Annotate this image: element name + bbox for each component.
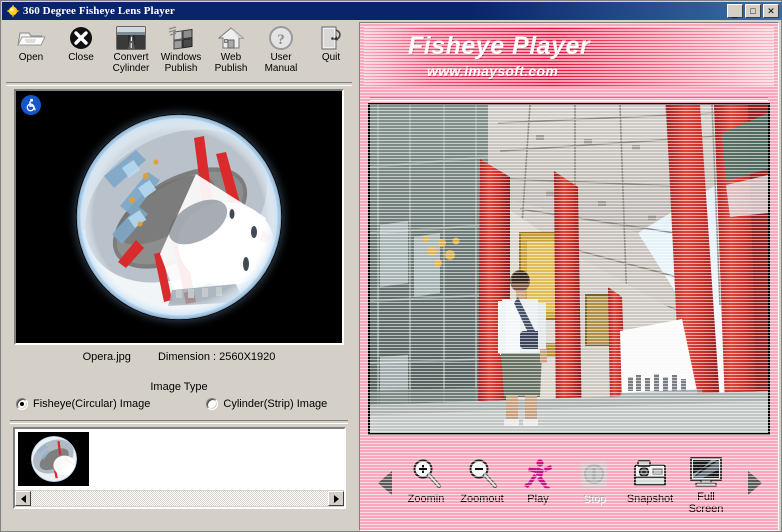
user-manual-label-2: Manual [265,64,298,74]
stop-icon [579,455,609,493]
snapshot-button[interactable]: Snapshot [620,455,680,505]
windows-publish-label-1: Windows [161,53,202,63]
stop-label: Stop [583,494,606,505]
application-window: 360 Degree Fisheye Lens Player _ □ ✕ [0,0,782,532]
radio-fisheye-circular-button[interactable] [16,398,28,410]
close-circle-x-icon [66,24,96,52]
open-button-label: Open [19,53,43,63]
zoomout-button[interactable]: Zoomout [452,455,512,505]
magnifier-minus-icon [465,455,499,493]
playback-toolbar: Zoomin Zoomout [360,447,779,525]
banner-url: www.imaysoft.com [427,63,558,79]
close-icon: ✕ [764,5,778,17]
banner-title: Fisheye Player [408,32,590,61]
next-triangle-icon[interactable] [748,471,762,495]
window-controls: _ □ ✕ [727,4,780,18]
radio-cylinder-strip-label: Cylinder(Strip) Image [223,398,327,410]
exit-door-icon [316,24,346,52]
thumbnail-fisheye-image [31,436,77,482]
magnifier-plus-icon [409,455,443,493]
running-man-icon [523,455,553,493]
wheelchair-accessibility-icon [21,95,41,115]
close-button[interactable]: ✕ [763,4,779,18]
image-type-group-title: Image Type [2,381,356,393]
open-button[interactable]: Open [6,20,56,80]
scrollbar-track[interactable] [31,491,328,506]
windows-publish-button[interactable]: Windows Publish [156,20,206,80]
radio-cylinder-strip[interactable]: Cylinder(Strip) Image [206,398,327,410]
fullscreen-label-2: Screen [689,504,724,515]
minimize-button[interactable]: _ [727,4,743,18]
fisheye-circular-image [76,114,282,320]
user-manual-label-1: User [270,53,291,63]
fisheye-player-banner: Fisheye Player www.imaysoft.com [364,27,774,87]
monitor-fullscreen-icon [689,453,723,491]
close-button-label: Close [68,53,94,63]
thumbnail-list-pane [13,427,346,509]
close-button-toolbar[interactable]: Close [56,20,106,80]
file-info-row: Opera.jpg Dimension : 2560X1920 [2,351,356,363]
fullscreen-button[interactable]: Full Screen [676,453,736,515]
stop-button[interactable]: Stop [564,455,624,505]
panel-divider [370,97,768,101]
thumbnail-item-opera[interactable] [18,432,89,486]
zoomout-label: Zoomout [460,494,503,505]
zoomin-button[interactable]: Zoomin [396,455,456,505]
minimize-icon: _ [728,7,742,19]
convert-cylinder-label-2: Cylinder [113,64,150,74]
scroll-right-arrow-icon[interactable] [328,491,344,506]
play-button[interactable]: Play [508,455,568,505]
left-panel-divider [10,420,348,424]
snapshot-label: Snapshot [627,494,673,505]
web-publish-button[interactable]: Web Publish [206,20,256,80]
quit-button-label: Quit [322,53,340,63]
dimension-label: Dimension : 2560X1920 [158,351,275,363]
question-mark-circle-icon: ? [266,24,296,52]
thumbnail-horizontal-scrollbar[interactable] [15,490,344,507]
house-icon [216,24,246,52]
player-panel: Fisheye Player www.imaysoft.com [359,22,779,531]
svg-text:?: ? [277,32,285,48]
radio-fisheye-circular[interactable]: Fisheye(Circular) Image [16,398,150,410]
image-type-radio-group: Fisheye(Circular) Image Cylinder(Strip) … [2,398,356,410]
maximize-button[interactable]: □ [745,4,761,18]
convert-cylinder-button[interactable]: Convert Cylinder [106,20,156,80]
sun-fisheye-icon [6,4,20,18]
radio-fisheye-circular-label: Fisheye(Circular) Image [33,398,150,410]
open-folder-icon [16,24,46,52]
left-panel: Opera.jpg Dimension : 2560X1920 Image Ty… [2,85,356,531]
fisheye-preview-canvas [16,91,342,343]
main-toolbar: Open Close [2,20,356,83]
dewarped-view[interactable] [368,103,770,435]
temple-photo [370,105,768,433]
windows-flag-icon [166,24,196,52]
camera-icon [633,455,667,493]
quit-button[interactable]: Quit [306,20,356,80]
filename-label: Opera.jpg [83,351,131,363]
maximize-icon: □ [746,5,760,17]
previous-triangle-icon[interactable] [378,471,392,495]
radio-cylinder-strip-button[interactable] [206,398,218,410]
scroll-left-arrow-icon[interactable] [15,491,31,506]
title-bar: 360 Degree Fisheye Lens Player _ □ ✕ [2,2,782,20]
play-label: Play [527,494,548,505]
panorama-road-icon [116,24,146,52]
web-publish-label-2: Publish [215,64,248,74]
convert-cylinder-label-1: Convert [113,53,148,63]
windows-publish-label-2: Publish [165,64,198,74]
fisheye-preview[interactable] [14,89,344,345]
fullscreen-label-1: Full [697,492,715,503]
thumbnail-strip [15,429,344,489]
user-manual-button[interactable]: ? User Manual [256,20,306,80]
web-publish-label-1: Web [221,53,241,63]
window-title: 360 Degree Fisheye Lens Player [23,5,175,17]
zoomin-label: Zoomin [408,494,445,505]
